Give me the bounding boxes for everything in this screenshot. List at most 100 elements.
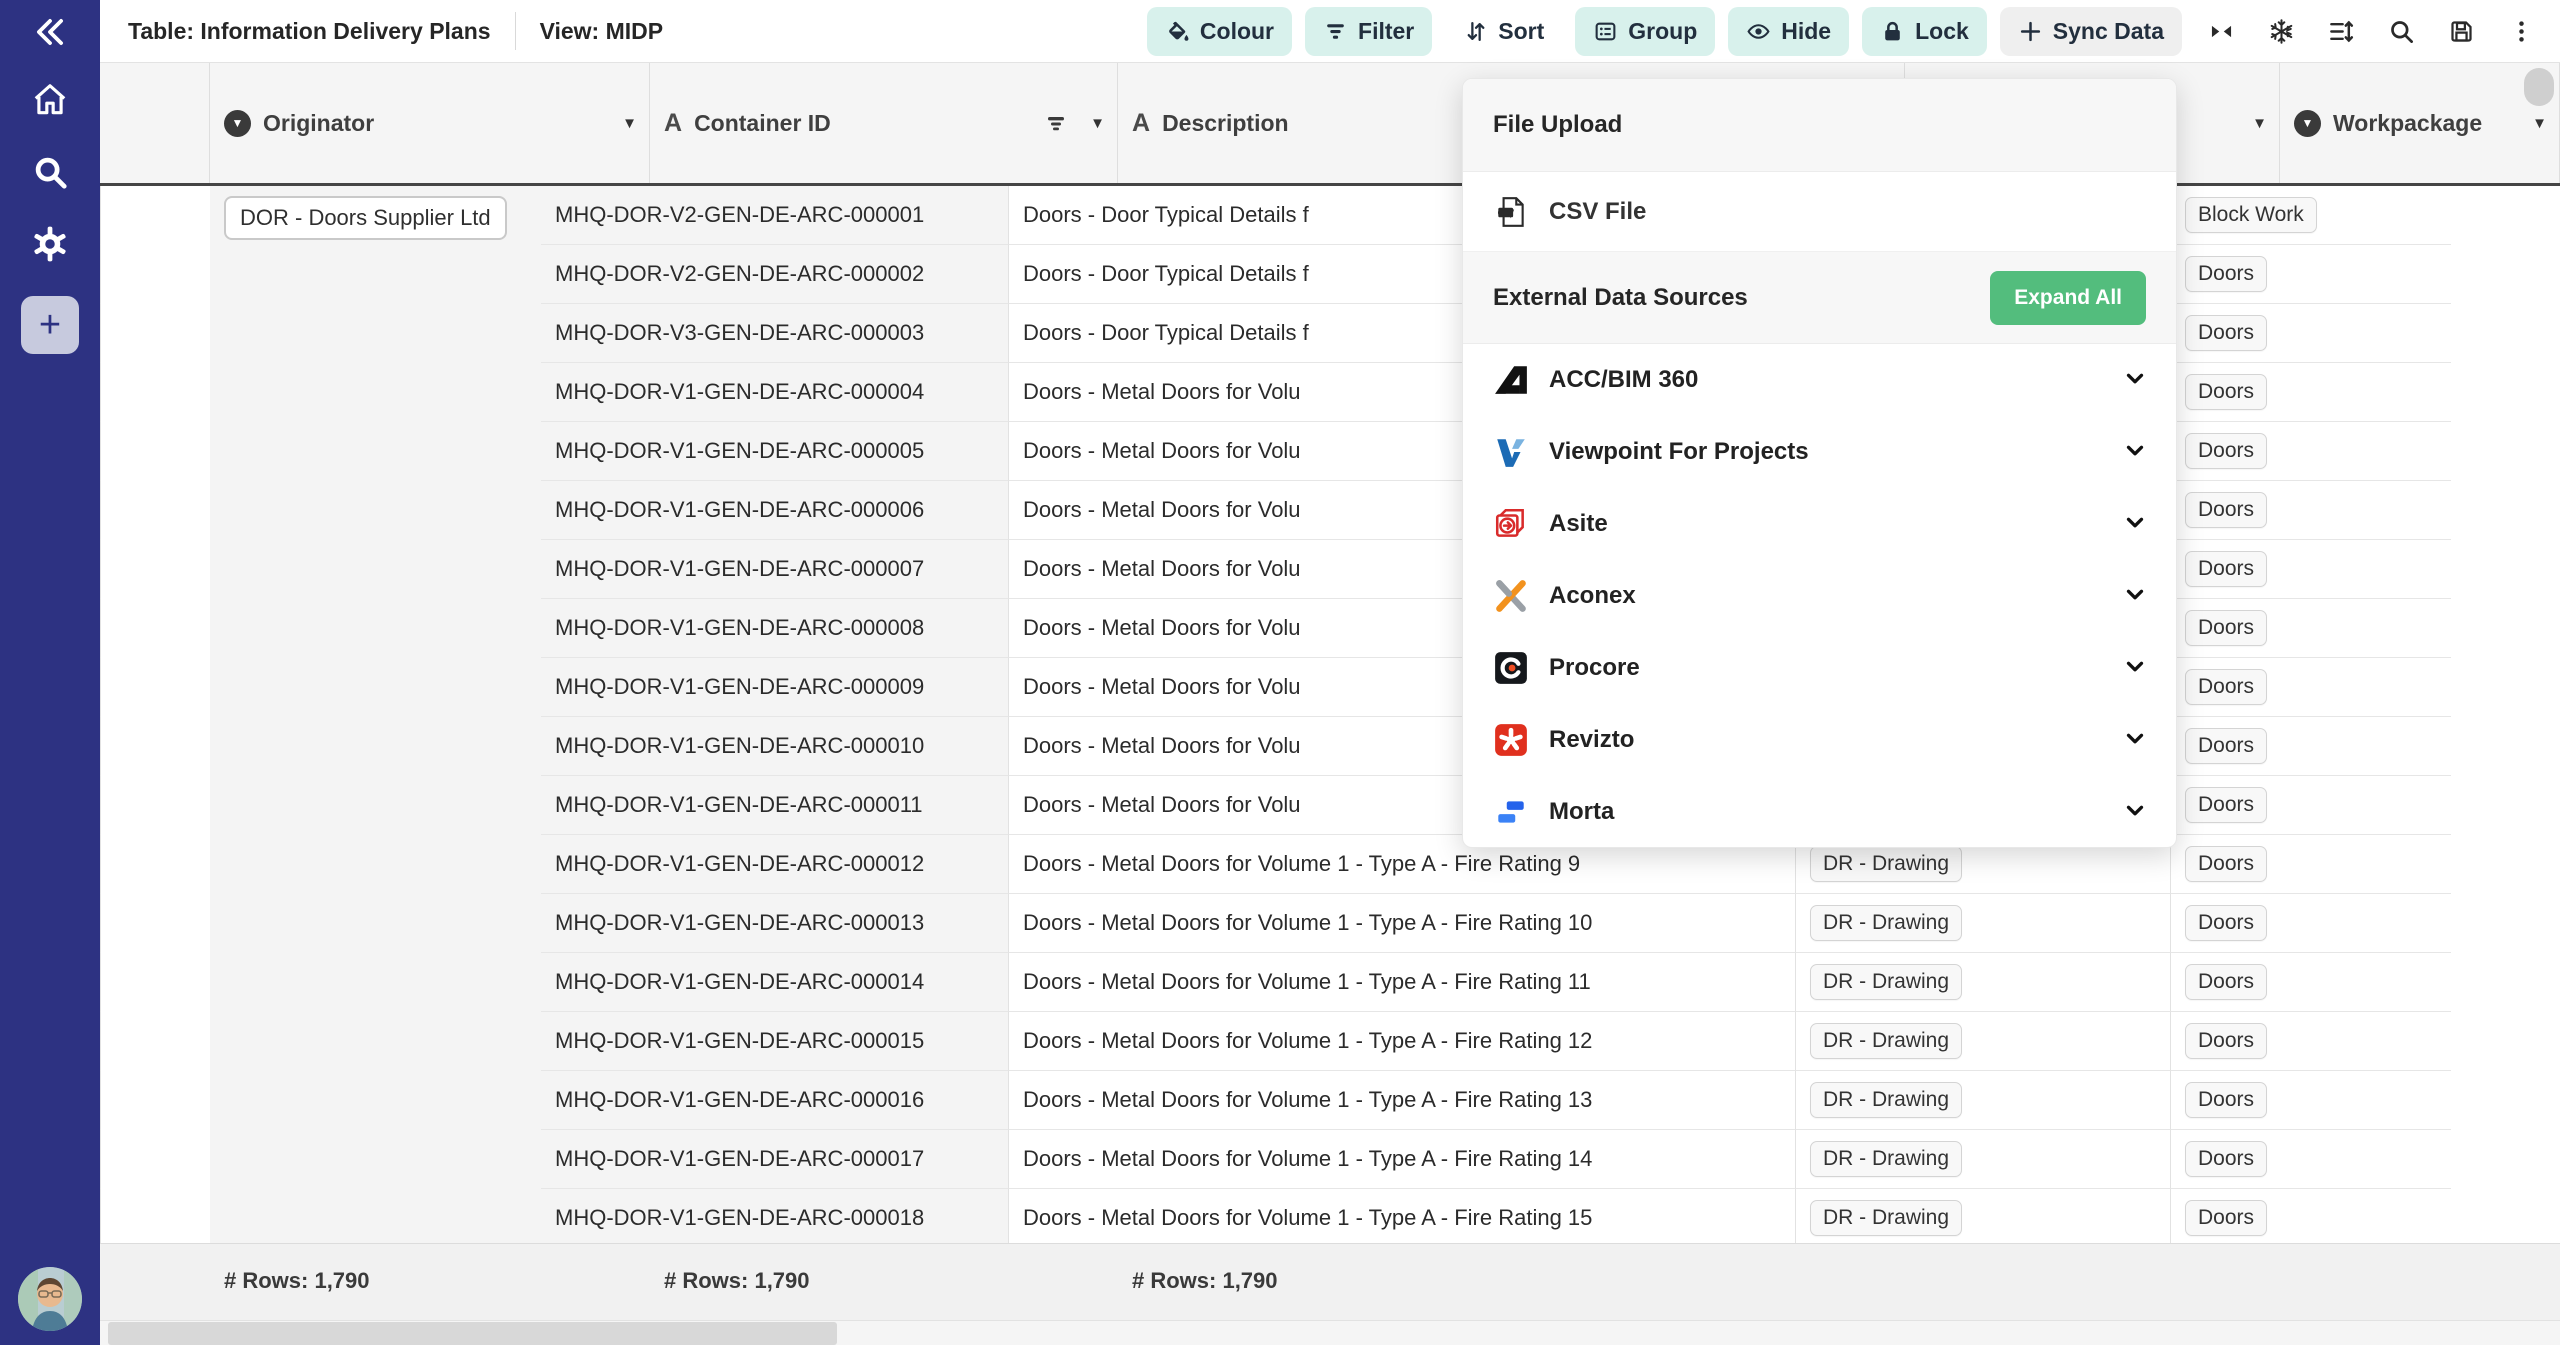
description-cell[interactable]: Doors - Metal Doors for Volume 1 - Type … [1009,894,1796,953]
user-avatar[interactable] [18,1267,82,1331]
column-header-container-id[interactable]: A Container ID ▼ [650,63,1118,183]
lock-button[interactable]: Lock [1862,7,1987,56]
type-header-menu-icon[interactable]: ▼ [2252,115,2267,132]
document-type-cell[interactable]: DR - Drawing [1796,1130,2171,1189]
workpackage-cell[interactable]: Doors [2171,245,2451,304]
row-height-icon[interactable] [2318,8,2364,54]
chevron-down-icon[interactable] [2122,653,2148,684]
workpackage-cell[interactable]: Doors [2171,658,2451,717]
expand-all-button[interactable]: Expand All [1990,271,2146,325]
container-id-cell[interactable]: MHQ-DOR-V1-GEN-DE-ARC-000006 [541,481,1009,540]
workpackage-cell[interactable]: Block Work [2171,186,2451,245]
chevron-down-icon[interactable] [2122,797,2148,828]
container-id-cell[interactable]: MHQ-DOR-V1-GEN-DE-ARC-000017 [541,1130,1009,1189]
description-cell[interactable]: Doors - Metal Doors for Volume 1 - Type … [1009,1012,1796,1071]
container-id-cell[interactable]: MHQ-DOR-V2-GEN-DE-ARC-000002 [541,245,1009,304]
container-id-cell[interactable]: MHQ-DOR-V1-GEN-DE-ARC-000015 [541,1012,1009,1071]
chevron-down-icon[interactable] [2122,365,2148,396]
horizontal-scrollbar[interactable] [100,1320,2560,1345]
source-item-morta[interactable]: Morta [1463,776,2176,848]
description-cell[interactable]: Doors - Metal Doors for Volume 1 - Type … [1009,1071,1796,1130]
more-options-kebab-icon[interactable] [2498,8,2544,54]
search-table-icon[interactable] [2378,8,2424,54]
freeze-snowflake-icon[interactable] [2258,8,2304,54]
description-cell[interactable]: Doors - Metal Doors for Volume 1 - Type … [1009,1130,1796,1189]
sync-data-button[interactable]: Sync Data [2000,7,2182,56]
source-item-procore[interactable]: Procore [1463,632,2176,704]
workpackage-cell[interactable]: Doors [2171,953,2451,1012]
workpackage-cell[interactable]: Doors [2171,540,2451,599]
container-id-cell[interactable]: MHQ-DOR-V1-GEN-DE-ARC-000018 [541,1189,1009,1243]
horizontal-scrollbar-thumb[interactable] [108,1322,837,1345]
container-id-cell[interactable]: MHQ-DOR-V1-GEN-DE-ARC-000004 [541,363,1009,422]
workpackage-cell[interactable]: Doors [2171,1130,2451,1189]
source-item-asite[interactable]: Asite [1463,488,2176,560]
workpackage-cell[interactable]: Doors [2171,304,2451,363]
container-id-header-menu-icon[interactable]: ▼ [1090,115,1105,132]
container-id-cell[interactable]: MHQ-DOR-V1-GEN-DE-ARC-000016 [541,1071,1009,1130]
container-id-cell[interactable]: MHQ-DOR-V1-GEN-DE-ARC-000005 [541,422,1009,481]
group-button[interactable]: Group [1575,7,1715,56]
home-icon[interactable] [0,64,100,136]
save-icon[interactable] [2438,8,2484,54]
document-type-cell[interactable]: DR - Drawing [1796,953,2171,1012]
source-item-revizto[interactable]: Revizto [1463,704,2176,776]
column-width-icon[interactable] [2198,8,2244,54]
hide-button[interactable]: Hide [1728,7,1849,56]
workpackage-cell[interactable]: Doors [2171,481,2451,540]
container-id-cell[interactable]: MHQ-DOR-V1-GEN-DE-ARC-000014 [541,953,1009,1012]
container-id-cell[interactable]: MHQ-DOR-V3-GEN-DE-ARC-000003 [541,304,1009,363]
workpackage-cell[interactable]: Doors [2171,717,2451,776]
description-cell[interactable]: Doors - Metal Doors for Volume 1 - Type … [1009,953,1796,1012]
description-cell[interactable]: Doors - Metal Doors for Volume 1 - Type … [1009,1189,1796,1243]
search-sidebar-icon[interactable] [0,136,100,208]
chevron-down-icon[interactable] [2122,509,2148,540]
originator-cell-span [101,953,541,1012]
container-id-cell[interactable]: MHQ-DOR-V1-GEN-DE-ARC-000009 [541,658,1009,717]
container-id-cell[interactable]: MHQ-DOR-V1-GEN-DE-ARC-000008 [541,599,1009,658]
container-id-cell[interactable]: MHQ-DOR-V1-GEN-DE-ARC-000011 [541,776,1009,835]
workpackage-cell[interactable]: Doors [2171,776,2451,835]
workpackage-cell[interactable]: Doors [2171,363,2451,422]
column-filter-active-icon[interactable] [1044,111,1068,135]
workpackage-cell[interactable]: Doors [2171,1012,2451,1071]
container-id-header-label: Container ID [694,110,831,137]
chevron-down-icon[interactable] [2122,437,2148,468]
filter-button[interactable]: Filter [1305,7,1432,56]
workpackage-header-menu-icon[interactable]: ▼ [2532,115,2547,132]
settings-gear-icon[interactable] [0,208,100,280]
document-type-cell[interactable]: DR - Drawing [1796,1189,2171,1243]
column-header-workpackage[interactable]: ▼ Workpackage ▼ [2280,63,2560,183]
container-id-cell[interactable]: MHQ-DOR-V1-GEN-DE-ARC-000013 [541,894,1009,953]
vertical-scrollbar-thumb[interactable] [2524,68,2554,106]
container-id-cell[interactable]: MHQ-DOR-V2-GEN-DE-ARC-000001 [541,186,1009,245]
source-item-viewpoint[interactable]: Viewpoint For Projects [1463,416,2176,488]
colour-button[interactable]: Colour [1147,7,1292,56]
chevron-down-icon[interactable] [2122,725,2148,756]
add-table-button[interactable]: + [21,296,79,354]
source-item-acc-bim360[interactable]: ACC/BIM 360 [1463,344,2176,416]
document-type-cell[interactable]: DR - Drawing [1796,1071,2171,1130]
workpackage-cell[interactable]: Doors [2171,1189,2451,1243]
workpackage-cell[interactable]: Doors [2171,422,2451,481]
workpackage-cell[interactable]: Doors [2171,835,2451,894]
collapse-sidebar-icon[interactable] [0,0,100,64]
csv-file-label: CSV File [1549,198,1646,226]
chevron-down-icon[interactable] [2122,581,2148,612]
workpackage-cell[interactable]: Doors [2171,599,2451,658]
container-id-cell[interactable]: MHQ-DOR-V1-GEN-DE-ARC-000012 [541,835,1009,894]
workpackage-cell[interactable]: Doors [2171,1071,2451,1130]
container-id-cell[interactable]: MHQ-DOR-V1-GEN-DE-ARC-000007 [541,540,1009,599]
container-id-value: MHQ-DOR-V1-GEN-DE-ARC-000016 [555,1087,924,1113]
csv-file-item[interactable]: CSV CSV File [1463,172,2176,252]
workpackage-cell[interactable]: Doors [2171,894,2451,953]
originator-cell-span [101,658,541,717]
source-label: ACC/BIM 360 [1549,366,1698,394]
originator-header-menu-icon[interactable]: ▼ [622,115,637,132]
column-header-originator[interactable]: ▼ Originator ▼ [210,63,650,183]
sort-button[interactable]: Sort [1445,7,1562,56]
container-id-cell[interactable]: MHQ-DOR-V1-GEN-DE-ARC-000010 [541,717,1009,776]
document-type-cell[interactable]: DR - Drawing [1796,1012,2171,1071]
source-item-aconex[interactable]: Aconex [1463,560,2176,632]
document-type-cell[interactable]: DR - Drawing [1796,894,2171,953]
